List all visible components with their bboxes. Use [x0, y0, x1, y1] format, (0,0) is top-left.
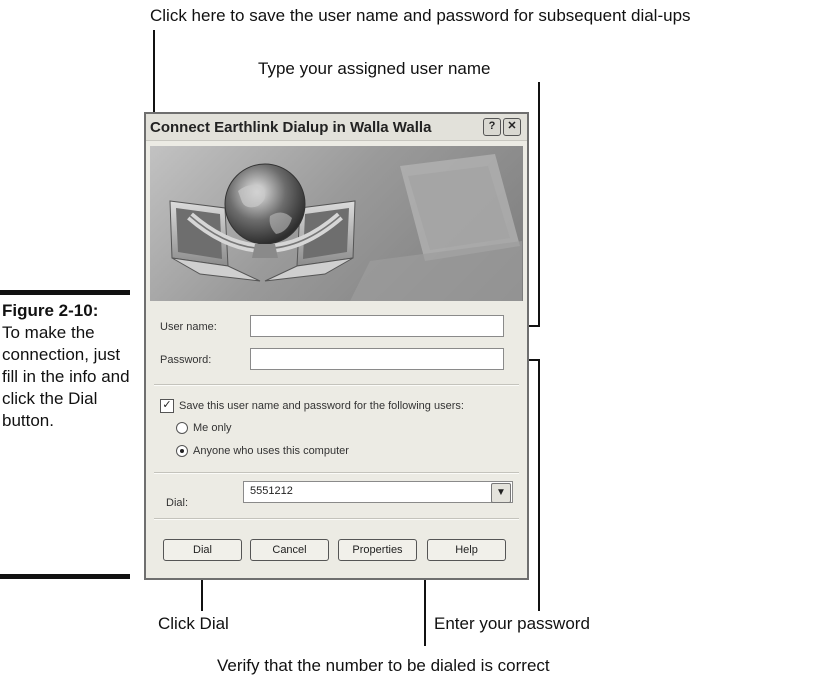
- divider: [154, 518, 519, 520]
- save-credentials-checkbox[interactable]: ✓ Save this user name and password for t…: [160, 399, 464, 413]
- caption-rule-top: [0, 290, 130, 295]
- close-icon[interactable]: ✕: [503, 118, 521, 136]
- username-label: User name:: [160, 321, 217, 333]
- cancel-button[interactable]: Cancel: [250, 539, 329, 561]
- divider: [154, 384, 519, 386]
- callout-enter-password: Enter your password: [434, 614, 590, 633]
- radio-me-only-label: Me only: [193, 422, 232, 434]
- help-button[interactable]: Help: [427, 539, 506, 561]
- figure-caption-text: To make the connection, just fill in the…: [2, 323, 130, 430]
- radio-anyone-label: Anyone who uses this computer: [193, 445, 349, 457]
- dial-number-value: 5551212: [250, 485, 293, 497]
- password-field[interactable]: [250, 348, 504, 370]
- properties-button[interactable]: Properties: [338, 539, 417, 561]
- checkbox-checked-icon[interactable]: ✓: [160, 399, 174, 413]
- figure-caption: Figure 2-10: To make the connection, jus…: [2, 300, 130, 432]
- callout-type-user: Type your assigned user name: [258, 59, 491, 78]
- leader-line: [538, 359, 540, 611]
- leader-line: [538, 82, 540, 326]
- radio-anyone[interactable]: Anyone who uses this computer: [176, 445, 349, 457]
- connect-dialog: Connect Earthlink Dialup in Walla Walla …: [144, 112, 529, 580]
- password-label: Password:: [160, 354, 212, 366]
- globe-laptops-illustration: [169, 154, 522, 301]
- radio-unselected-icon[interactable]: [176, 422, 188, 434]
- help-icon[interactable]: ?: [483, 118, 501, 136]
- dial-button[interactable]: Dial: [163, 539, 242, 561]
- callout-verify-number: Verify that the number to be dialed is c…: [217, 656, 550, 675]
- dial-label: Dial:: [166, 497, 189, 509]
- dialog-title: Connect Earthlink Dialup in Walla Walla: [150, 118, 432, 136]
- dialog-titlebar: Connect Earthlink Dialup in Walla Walla …: [146, 114, 527, 141]
- radio-selected-icon[interactable]: [176, 445, 188, 457]
- divider: [154, 472, 519, 474]
- dialup-banner-image: [150, 146, 523, 301]
- caption-rule-bottom: [0, 574, 130, 579]
- radio-me-only[interactable]: Me only: [176, 422, 232, 434]
- callout-save-credentials: Click here to save the user name and pas…: [150, 6, 691, 25]
- dial-number-combo[interactable]: 5551212 ▼: [243, 481, 513, 503]
- figure-title: Figure 2-10:: [2, 301, 99, 320]
- username-field[interactable]: [250, 315, 504, 337]
- chevron-down-icon[interactable]: ▼: [491, 483, 511, 503]
- save-credentials-label: Save this user name and password for the…: [179, 400, 464, 412]
- callout-click-dial: Click Dial: [158, 614, 229, 633]
